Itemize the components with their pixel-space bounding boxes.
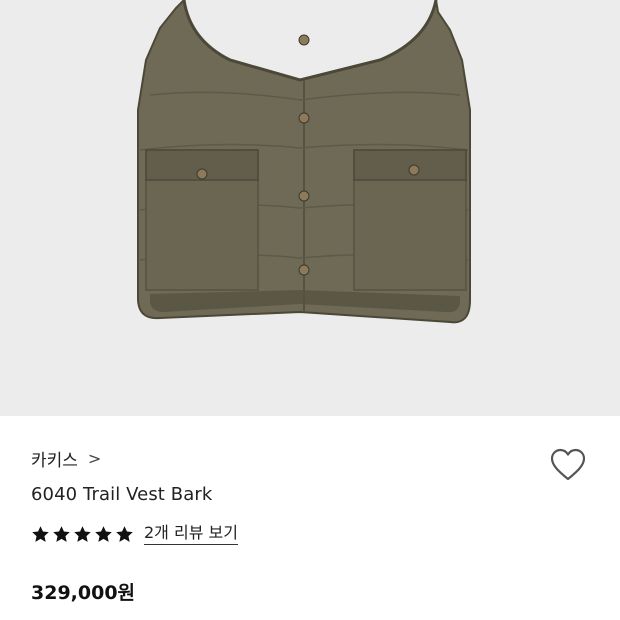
- vest-illustration: [137, 0, 471, 324]
- product-info: 카키스 > 6040 Trail Vest Bark 2개 리뷰 보기 329,…: [0, 416, 620, 620]
- brand-link[interactable]: 카키스 >: [31, 446, 101, 471]
- product-name: 6040 Trail Vest Bark: [31, 484, 213, 505]
- product-price: 329,000원: [31, 582, 136, 604]
- rating-stars: [31, 525, 134, 544]
- star-filled-icon: [53, 526, 70, 542]
- chevron-right-icon[interactable]: >: [88, 449, 101, 468]
- star-filled-icon: [32, 526, 49, 542]
- star-filled-icon: [74, 526, 91, 542]
- heart-outline-icon[interactable]: [550, 448, 586, 482]
- product-image[interactable]: [0, 0, 620, 416]
- brand-name[interactable]: 카키스: [31, 446, 78, 471]
- review-link[interactable]: 2개 리뷰 보기: [144, 524, 238, 545]
- star-filled-icon: [95, 526, 112, 542]
- rating-row: 2개 리뷰 보기: [31, 524, 238, 545]
- star-filled-icon: [116, 526, 133, 542]
